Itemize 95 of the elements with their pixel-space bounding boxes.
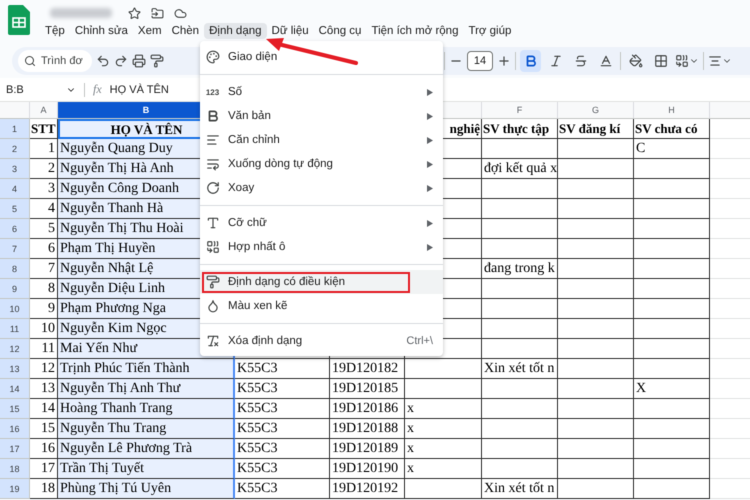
menu-item[interactable]: Tiện ích mở rộng — [366, 23, 464, 39]
column-title-cell: SV thực tập — [482, 119, 558, 139]
table-cell: X — [634, 379, 710, 399]
table-cell: K55C3 — [235, 379, 330, 399]
row-header[interactable]: 11 — [0, 319, 30, 339]
table-cell: x — [405, 439, 482, 459]
function-label: fx — [93, 82, 102, 97]
row-header[interactable]: 3 — [0, 159, 30, 179]
table-cell: C — [634, 139, 710, 159]
column-title-cell: SV chưa có — [634, 119, 710, 139]
table-cell: Nguyễn Lê Phương Trà — [58, 439, 235, 459]
column-header[interactable]: F — [482, 102, 558, 119]
table-cell: Nguyễn Thị Anh Thư — [58, 379, 235, 399]
table-cell: 8 — [30, 279, 58, 299]
number-format-icon: 123 — [206, 88, 220, 96]
table-cell: 19D120188 — [330, 419, 405, 439]
row-header[interactable]: 18 — [0, 459, 30, 479]
table-cell: K55C3 — [235, 359, 330, 379]
table-cell: 3 — [30, 179, 58, 199]
table-cell: đợi kết quả x — [482, 159, 558, 179]
row-header[interactable]: 7 — [0, 239, 30, 259]
menu-item[interactable]: Công cụ — [314, 23, 366, 39]
row-header[interactable]: 13 — [0, 359, 30, 379]
table-cell: 12 — [30, 359, 58, 379]
table-cell: Trịnh Phúc Tiến Thành — [58, 359, 235, 379]
menu-item[interactable]: Giao diện — [200, 45, 443, 69]
table-cell: 1 — [30, 139, 58, 159]
table-cell: K55C3 — [235, 419, 330, 439]
menu-item[interactable]: Xem — [132, 23, 167, 39]
table-cell: 19D120182 — [330, 359, 405, 379]
formula-content[interactable]: HỌ VÀ TÊN — [110, 84, 169, 96]
table-cell: Nguyễn Thu Trang — [58, 419, 235, 439]
row-header[interactable]: 17 — [0, 439, 30, 459]
row-header[interactable]: 9 — [0, 279, 30, 299]
table-cell: 9 — [30, 299, 58, 319]
table-cell: 7 — [30, 259, 58, 279]
row-header[interactable]: 8 — [0, 259, 30, 279]
table-cell: 17 — [30, 459, 58, 479]
table-cell: 5 — [30, 219, 58, 239]
menu-item[interactable]: 123 Số — [200, 80, 443, 104]
table-cell: Xin xét tốt n — [482, 479, 558, 499]
table-cell: K55C3 — [235, 479, 330, 499]
table-cell: K55C3 — [235, 459, 330, 479]
search-field[interactable]: Trình đơ — [18, 50, 92, 72]
table-cell: 2 — [30, 159, 58, 179]
menu-item[interactable]: Chỉnh sửa — [70, 23, 133, 39]
row-header[interactable]: 4 — [0, 179, 30, 199]
column-title-cell: STT — [30, 119, 58, 139]
menu-item[interactable]: Chèn — [166, 23, 204, 39]
row-header[interactable]: 10 — [0, 299, 30, 319]
row-header[interactable]: 15 — [0, 399, 30, 419]
table-cell: x — [405, 459, 482, 479]
table-cell: x — [405, 419, 482, 439]
row-header[interactable]: 6 — [0, 219, 30, 239]
row-header[interactable]: 14 — [0, 379, 30, 399]
table-cell: Phùng Thị Tú Uyên — [58, 479, 235, 499]
table-cell: 16 — [30, 439, 58, 459]
table-cell: x — [405, 399, 482, 419]
shortcut-label: Ctrl+\ — [406, 335, 433, 347]
row-header[interactable]: 2 — [0, 139, 30, 159]
table-cell: 19D120185 — [330, 379, 405, 399]
table-cell: Hoàng Thanh Trang — [58, 399, 235, 419]
table-cell: 15 — [30, 419, 58, 439]
column-header[interactable]: H — [634, 102, 710, 119]
table-cell: 11 — [30, 339, 58, 359]
table-cell: 4 — [30, 199, 58, 219]
font-size-field[interactable]: 14 — [467, 51, 493, 71]
menu-item[interactable]: Dữ liệu — [266, 23, 314, 39]
table-cell: 19D120186 — [330, 399, 405, 419]
table-cell: 19D120190 — [330, 459, 405, 479]
table-cell: K55C3 — [235, 439, 330, 459]
row-header[interactable]: 12 — [0, 339, 30, 359]
table-cell: Xin xét tốt n — [482, 359, 558, 379]
table-cell: 13 — [30, 379, 58, 399]
table-cell: 18 — [30, 479, 58, 499]
menu-item[interactable]: Định dạng có điều kiện — [200, 270, 443, 294]
column-header[interactable]: G — [558, 102, 634, 119]
table-cell: 19D120189 — [330, 439, 405, 459]
table-cell: Trần Thị Tuyết — [58, 459, 235, 479]
table-cell: K55C3 — [235, 399, 330, 419]
menu-item[interactable]: Định dạng — [204, 23, 267, 39]
menu-item[interactable]: Tệp — [40, 23, 70, 39]
table-cell: 14 — [30, 399, 58, 419]
row-header[interactable]: 19 — [0, 479, 30, 499]
row-header[interactable]: 5 — [0, 199, 30, 219]
table-cell: đang trong k — [482, 259, 558, 279]
row-header[interactable]: 16 — [0, 419, 30, 439]
menu-item[interactable]: Trợ giúp — [463, 23, 516, 39]
column-title-cell: SV đăng kí — [558, 119, 634, 139]
table-cell: 10 — [30, 319, 58, 339]
cell-reference[interactable]: B:B — [6, 84, 58, 96]
table-cell: 6 — [30, 239, 58, 259]
table-cell: 19D120192 — [330, 479, 405, 499]
column-header[interactable]: A — [30, 102, 58, 119]
row-header[interactable]: 1 — [0, 119, 30, 139]
